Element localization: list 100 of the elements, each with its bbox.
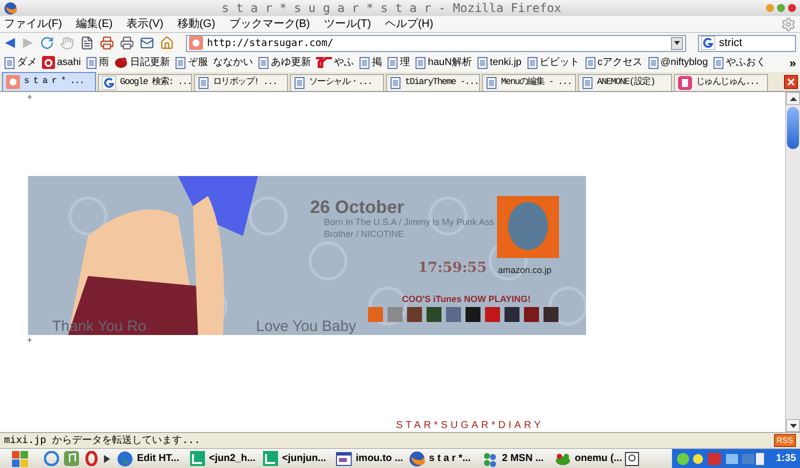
browser-tab[interactable]: Google 検索: ... bbox=[98, 74, 192, 91]
taskbar-button[interactable]: 2 MSN ... bbox=[479, 450, 552, 466]
menubar-item[interactable]: ツール(T) bbox=[324, 16, 371, 32]
browser-tab[interactable]: ANEMONE(設定) bbox=[578, 74, 672, 91]
site-icon bbox=[6, 75, 20, 89]
taskbar-button[interactable]: <junjun... bbox=[260, 451, 333, 466]
dropdown-button[interactable] bbox=[671, 36, 683, 50]
date-heading: 26 October bbox=[310, 196, 404, 218]
address-field[interactable]: http://starsugar.com/ bbox=[186, 34, 686, 52]
page-icon bbox=[584, 56, 596, 68]
bookmark-item[interactable]: 理 bbox=[386, 55, 410, 70]
taskbar-button[interactable]: Edit HT... bbox=[114, 450, 187, 466]
firefox-icon bbox=[4, 2, 17, 14]
page-icon bbox=[582, 77, 593, 89]
printer-icon[interactable] bbox=[120, 36, 134, 50]
page-icon bbox=[174, 56, 186, 68]
more-bookmarks[interactable]: » bbox=[789, 54, 796, 72]
app-icon bbox=[190, 451, 205, 466]
throbber-icon bbox=[781, 16, 796, 32]
bookmark-item[interactable]: やふ bbox=[316, 55, 354, 70]
plus-mark: + bbox=[27, 335, 34, 345]
page-icon bbox=[390, 77, 401, 89]
site-icon bbox=[189, 36, 203, 50]
taskbar-button[interactable]: imou.to ... bbox=[333, 451, 406, 466]
help-icon[interactable] bbox=[625, 452, 639, 466]
frog-icon bbox=[555, 452, 571, 466]
page-icon bbox=[386, 56, 398, 68]
page-icon bbox=[294, 77, 305, 89]
mail-icon[interactable] bbox=[140, 36, 154, 50]
bookmark-item[interactable]: ダメ bbox=[4, 55, 37, 70]
scroll-up-button[interactable] bbox=[786, 92, 800, 105]
bird-icon bbox=[114, 56, 128, 69]
music-icon[interactable] bbox=[64, 451, 79, 466]
diary-title: STAR*SUGAR*DIARY bbox=[396, 420, 545, 431]
browser-tab[interactable]: s t a r * ... bbox=[2, 72, 96, 91]
up-arrow-icon bbox=[790, 96, 796, 100]
bookmark-item[interactable]: cアクセス bbox=[584, 55, 642, 70]
home-icon[interactable] bbox=[160, 36, 174, 50]
page-icon bbox=[258, 56, 269, 68]
browser-tab[interactable]: じゅんじゅん... bbox=[674, 74, 768, 91]
bookmark-item[interactable]: やふおく bbox=[712, 55, 766, 70]
menubar-item[interactable]: ブックマーク(B) bbox=[229, 16, 310, 32]
ring-icon[interactable] bbox=[84, 451, 99, 466]
page-icon bbox=[486, 77, 497, 89]
page-icon bbox=[648, 56, 658, 68]
bookmark-item[interactable]: @niftyblog bbox=[648, 55, 708, 70]
browser-tab[interactable]: Menuの編集 - ... bbox=[482, 74, 576, 91]
reload-icon[interactable] bbox=[40, 36, 54, 50]
browser-tab[interactable]: ソーシャル・... bbox=[290, 74, 384, 91]
back-icon[interactable] bbox=[4, 37, 16, 49]
close-button[interactable] bbox=[788, 4, 796, 12]
scroll-thumb[interactable] bbox=[787, 107, 799, 149]
bookmark-item[interactable]: asahi bbox=[42, 55, 81, 70]
menubar-item[interactable]: ファイル(F) bbox=[4, 16, 62, 32]
taskbar-button[interactable]: onemu (... bbox=[552, 451, 625, 466]
expand-arrow-icon[interactable] bbox=[104, 454, 110, 462]
now-playing-heading: COO'S iTunes NOW PLAYING! bbox=[402, 293, 531, 306]
bookmark-item[interactable]: ななかい bbox=[212, 55, 253, 70]
windows-logo-icon bbox=[12, 450, 28, 466]
search-field[interactable]: strict bbox=[698, 34, 796, 52]
site-icon bbox=[678, 76, 692, 90]
menubar-item[interactable]: 編集(E) bbox=[76, 16, 113, 32]
menubar-item[interactable]: 表示(V) bbox=[126, 16, 164, 32]
page-icon bbox=[712, 56, 724, 68]
bookmark-item[interactable]: 日記更新 bbox=[114, 55, 170, 70]
down-arrow-icon bbox=[790, 424, 796, 428]
browser-tab[interactable]: tDiaryTheme -... bbox=[386, 74, 480, 91]
firefox-icon bbox=[409, 450, 425, 466]
bookmark-item[interactable]: ぞ服 bbox=[174, 55, 208, 70]
logo-icon bbox=[42, 56, 55, 69]
page-icon bbox=[4, 56, 15, 68]
browser-icon[interactable] bbox=[44, 451, 59, 466]
menubar-item[interactable]: ヘルプ(H) bbox=[385, 16, 434, 32]
page-icon bbox=[414, 56, 426, 68]
taskbar-button[interactable]: <jun2_h... bbox=[187, 451, 260, 466]
browser-tab[interactable]: ロリポップ! ... bbox=[194, 74, 288, 91]
scrollbar[interactable] bbox=[785, 92, 800, 432]
plus-mark: + bbox=[27, 92, 34, 102]
caption-text: Love You Baby bbox=[256, 317, 356, 335]
bookmark-item[interactable]: tenki.jp bbox=[476, 55, 522, 70]
close-tab-button[interactable] bbox=[784, 75, 798, 89]
bookmark-item[interactable]: ビビット bbox=[526, 55, 580, 70]
clock-text: 17:59:55 bbox=[418, 259, 487, 278]
bookmark-item[interactable]: あゆ更新 bbox=[258, 55, 311, 70]
page-icon bbox=[198, 77, 209, 89]
bookmark-item[interactable]: 掲 bbox=[358, 55, 382, 70]
taskbar-button[interactable]: s t a r *... bbox=[406, 450, 479, 466]
bookmark-item[interactable]: 雨 bbox=[86, 55, 109, 70]
logo-icon bbox=[316, 57, 332, 68]
google-icon bbox=[701, 36, 715, 50]
window-title: s t a r * s u g a r * s t a r - Mozilla Firefox bbox=[220, 0, 562, 17]
menubar-item[interactable]: 移動(G) bbox=[177, 16, 216, 32]
people-icon bbox=[482, 450, 498, 466]
caret-icon bbox=[674, 41, 680, 45]
bookmark-item[interactable]: hauN解析 bbox=[414, 55, 472, 70]
page-icon[interactable] bbox=[80, 36, 94, 50]
scroll-down-button[interactable] bbox=[786, 419, 800, 432]
page-icon bbox=[358, 56, 370, 68]
status-text: mixi.jp からデータを転送しています... bbox=[4, 434, 202, 448]
printer-icon[interactable] bbox=[100, 36, 114, 50]
